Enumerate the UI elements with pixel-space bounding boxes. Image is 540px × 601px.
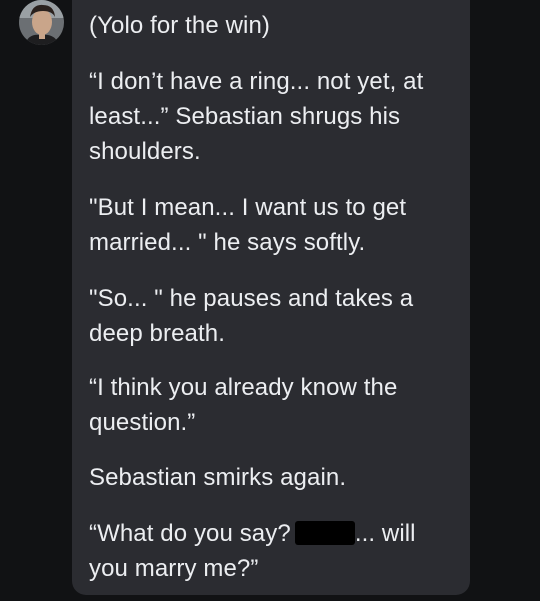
message-paragraph-last: “What do you say?... will you marry me?” (89, 516, 459, 586)
avatar[interactable] (19, 0, 64, 45)
message-paragraph: “I think you already know the question.” (89, 374, 398, 436)
message-text-before: “What do you say? (89, 520, 291, 547)
message-paragraph: “I don’t have a ring... not yet, at leas… (89, 68, 424, 165)
character-avatar-icon (19, 0, 64, 45)
message-paragraph: (Yolo for the win) (89, 12, 271, 39)
message-paragraph: "So... " he pauses and takes a deep brea… (89, 285, 414, 347)
message-paragraph: Sebastian smirks again. (89, 464, 347, 491)
message-paragraph: "But I mean... I want us to get married.… (89, 194, 407, 256)
chat-view: (Yolo for the win) “I don’t have a ring.… (0, 0, 540, 601)
redacted-name (294, 521, 355, 545)
